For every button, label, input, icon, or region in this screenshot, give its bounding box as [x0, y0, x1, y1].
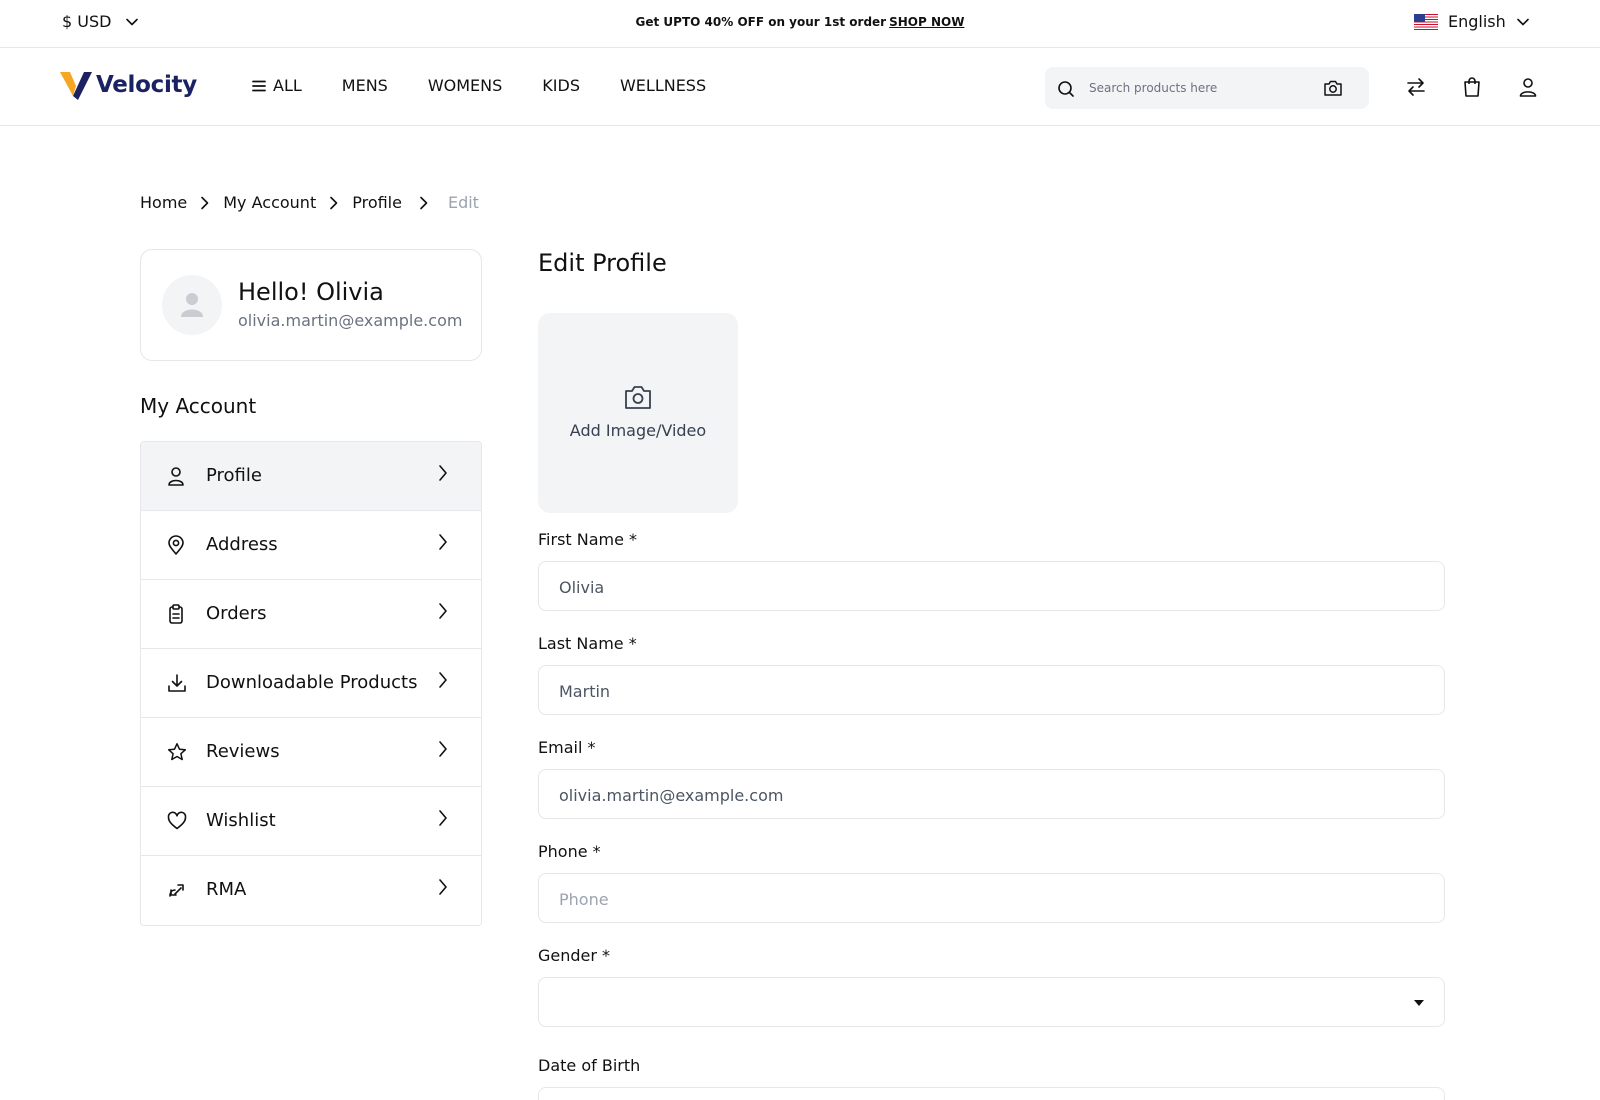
menu-item-profile[interactable]: Profile [141, 442, 481, 511]
nav-mens-label: MENS [341, 76, 388, 95]
menu-item-address[interactable]: Address [141, 511, 481, 580]
shop-now-link[interactable]: SHOP NOW [889, 15, 964, 29]
account-menu: Profile Address Orders Downloadable Prod… [140, 441, 482, 926]
breadcrumb-my-account[interactable]: My Account [223, 193, 316, 212]
email-input[interactable] [559, 783, 1419, 807]
search-input[interactable] [1089, 77, 1309, 99]
last-name-input[interactable] [559, 679, 1419, 703]
compare-icon[interactable] [1405, 76, 1427, 98]
chevron-right-icon [437, 740, 449, 758]
search-icon[interactable] [1057, 80, 1075, 98]
promo-text: Get UPTO 40% OFF on your 1st order [635, 15, 887, 29]
avatar-placeholder-icon [181, 293, 203, 317]
nav-all[interactable]: ALL [252, 76, 302, 95]
menu-item-label: Profile [206, 465, 262, 486]
star-icon [167, 742, 187, 762]
menu-item-reviews[interactable]: Reviews [141, 718, 481, 787]
chevron-down-icon [1516, 15, 1530, 29]
first-name-label: First Name * [538, 530, 638, 549]
add-image-video-label: Add Image/Video [569, 421, 707, 440]
user-account-icon[interactable] [1518, 76, 1538, 98]
phone-label: Phone * [538, 842, 601, 861]
chevron-right-icon [199, 196, 211, 210]
caret-down-icon [1414, 1000, 1424, 1006]
last-name-field [538, 665, 1445, 715]
heart-icon [167, 811, 187, 831]
user-greeting: Hello! Olivia [238, 278, 384, 306]
logo-text: Velocity [96, 72, 197, 98]
email-label: Email * [538, 738, 596, 757]
menu-item-label: Downloadable Products [206, 672, 418, 693]
first-name-field [538, 561, 1445, 611]
clipboard-icon [167, 604, 185, 624]
chevron-right-icon [437, 671, 449, 689]
main-header: Velocity ALL MENS WOMENS KIDS WELLNESS [0, 48, 1600, 126]
user-email: olivia.martin@example.com [238, 311, 463, 330]
last-name-label: Last Name * [538, 634, 637, 653]
nav-kids[interactable]: KIDS [542, 76, 580, 95]
chevron-right-icon [437, 809, 449, 827]
user-greeting-card: Hello! Olivia olivia.martin@example.com [140, 249, 482, 361]
promo-bar: $ USD Get UPTO 40% OFF on your 1st order… [0, 0, 1600, 48]
chevron-right-icon [418, 196, 430, 210]
download-icon [167, 673, 187, 693]
chevron-right-icon [437, 878, 449, 896]
nav-womens-label: WOMENS [427, 76, 503, 95]
chevron-right-icon [437, 533, 449, 551]
nav-all-label: ALL [273, 76, 302, 95]
camera-icon [623, 383, 653, 411]
menu-item-label: Reviews [206, 741, 280, 762]
breadcrumb-home[interactable]: Home [140, 193, 187, 212]
main-nav: ALL MENS WOMENS KIDS WELLNESS [252, 76, 706, 95]
add-image-video-button[interactable]: Add Image/Video [538, 313, 738, 513]
phone-input[interactable] [559, 887, 1419, 911]
promo-message: Get UPTO 40% OFF on your 1st order SHOP N… [0, 15, 1600, 29]
menu-item-wishlist[interactable]: Wishlist [141, 787, 481, 856]
nav-womens[interactable]: WOMENS [428, 76, 502, 95]
language-label: English [1448, 12, 1506, 31]
cart-icon[interactable] [1462, 76, 1482, 98]
camera-search-icon[interactable] [1323, 79, 1343, 97]
first-name-input[interactable] [559, 575, 1419, 599]
chevron-right-icon [328, 196, 340, 210]
phone-field [538, 873, 1445, 923]
us-flag-icon [1414, 13, 1438, 30]
date-of-birth-field[interactable] [538, 1087, 1445, 1100]
nav-wellness-label: WELLNESS [619, 76, 707, 95]
chevron-right-icon [437, 602, 449, 620]
menu-item-label: RMA [206, 879, 247, 900]
nav-kids-label: KIDS [542, 76, 580, 95]
menu-item-label: Address [206, 534, 278, 555]
language-selector[interactable]: English [1414, 12, 1530, 31]
page-title: Edit Profile [538, 249, 667, 277]
nav-wellness[interactable]: WELLNESS [620, 76, 706, 95]
nav-mens[interactable]: MENS [342, 76, 388, 95]
account-menu-title: My Account [140, 394, 257, 418]
menu-item-label: Wishlist [206, 810, 276, 831]
breadcrumb-profile[interactable]: Profile [352, 193, 402, 212]
breadcrumb-current: Edit [447, 193, 479, 212]
site-logo[interactable]: Velocity [60, 70, 197, 100]
gender-label: Gender * [538, 946, 611, 965]
user-icon [167, 466, 185, 486]
breadcrumb: Home My Account Profile Edit [140, 193, 479, 212]
date-of-birth-label: Date of Birth [538, 1056, 641, 1075]
velocity-logo-icon [60, 72, 92, 100]
menu-item-rma[interactable]: RMA [141, 856, 481, 925]
search-bar [1045, 67, 1369, 109]
location-pin-icon [167, 535, 185, 555]
menu-icon [252, 80, 266, 91]
menu-item-label: Orders [206, 603, 267, 624]
email-field [538, 769, 1445, 819]
chevron-right-icon [437, 464, 449, 482]
gender-select[interactable] [538, 977, 1445, 1027]
avatar [162, 275, 222, 335]
menu-item-orders[interactable]: Orders [141, 580, 481, 649]
return-arrows-icon [167, 880, 187, 900]
menu-item-downloadable-products[interactable]: Downloadable Products [141, 649, 481, 718]
